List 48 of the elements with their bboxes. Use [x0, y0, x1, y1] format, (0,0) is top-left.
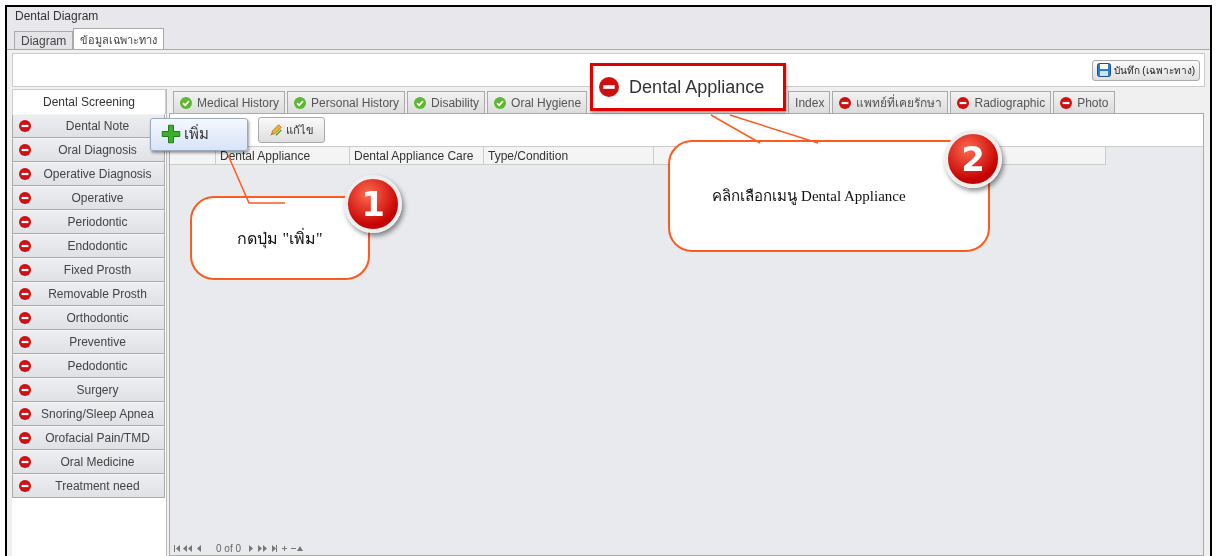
sidebar-item[interactable]: Surgery: [12, 378, 165, 402]
tab[interactable]: Photo: [1053, 91, 1115, 113]
tab[interactable]: Personal History: [287, 91, 406, 113]
check-circle-icon: [180, 96, 192, 109]
sidebar-item[interactable]: Periodontic: [12, 210, 165, 234]
check-circle-icon: [494, 96, 507, 109]
sidebar-item[interactable]: Fixed Prosth: [12, 258, 165, 282]
toolbar-button[interactable]: เพิ่ม: [150, 117, 248, 151]
record-position: 0 of 0: [216, 543, 242, 554]
sidebar-item[interactable]: Dental Note: [12, 114, 165, 138]
sidebar-item[interactable]: Operative: [12, 186, 165, 210]
sidebar-item[interactable]: Snoring/Sleep Apnea: [12, 402, 165, 426]
minus-circle-icon: [1060, 96, 1073, 109]
sidebar-item[interactable]: Treatment need: [12, 474, 165, 498]
sidebar-item[interactable]: Removable Prosth: [12, 282, 165, 306]
column-header[interactable]: Type/Condition: [484, 147, 654, 165]
pencil-icon: [269, 123, 283, 137]
callout-text: กดปุ่ม "เพิ่ม": [237, 227, 323, 251]
sidebar-item[interactable]: Endodontic: [12, 234, 165, 258]
sidebar-item[interactable]: Oral Diagnosis: [12, 138, 165, 162]
tab[interactable]: Radiographic: [950, 91, 1052, 113]
column-header[interactable]: Dental Appliance: [216, 147, 350, 165]
sidebar-tab[interactable]: Dental Screening: [12, 89, 166, 114]
tab[interactable]: Disability: [407, 91, 486, 113]
tab[interactable]: แพทย์ที่เคยรักษา: [832, 91, 949, 113]
sidebar-item[interactable]: Orthodontic: [12, 306, 165, 330]
tab[interactable]: ข้อมูลเฉพาะทาง: [73, 28, 165, 49]
toolbar-button[interactable]: แก้ไข: [258, 117, 325, 143]
check-circle-icon: [414, 96, 427, 109]
sidebar-item[interactable]: Preventive: [12, 330, 165, 354]
plus-icon: [161, 124, 181, 144]
sidebar-item[interactable]: Pedodontic: [12, 354, 165, 378]
minus-circle-icon: [599, 77, 620, 97]
tab[interactable]: Oral Hygiene: [487, 91, 588, 113]
tab[interactable]: Medical History: [173, 91, 286, 113]
column-header[interactable]: Dental Appliance Care: [350, 147, 484, 165]
tab[interactable]: Dental Appliance: [590, 63, 787, 111]
sidebar-item[interactable]: Oral Medicine: [12, 450, 165, 474]
window-title: Dental Diagram: [15, 9, 99, 23]
save-button[interactable]: บันทึก (เฉพาะทาง): [1091, 59, 1200, 81]
sidebar-item[interactable]: Orofacial Pain/TMD: [12, 426, 165, 450]
tab[interactable]: Index: [788, 91, 831, 113]
callout-text: คลิกเลือกเมนู Dental Appliance: [712, 187, 907, 207]
sidebar-item[interactable]: Operative Diagnosis: [12, 162, 165, 186]
tab[interactable]: Diagram: [14, 31, 74, 49]
minus-circle-icon: [839, 96, 852, 109]
minus-circle-icon: [957, 96, 970, 109]
check-circle-icon: [294, 96, 307, 109]
